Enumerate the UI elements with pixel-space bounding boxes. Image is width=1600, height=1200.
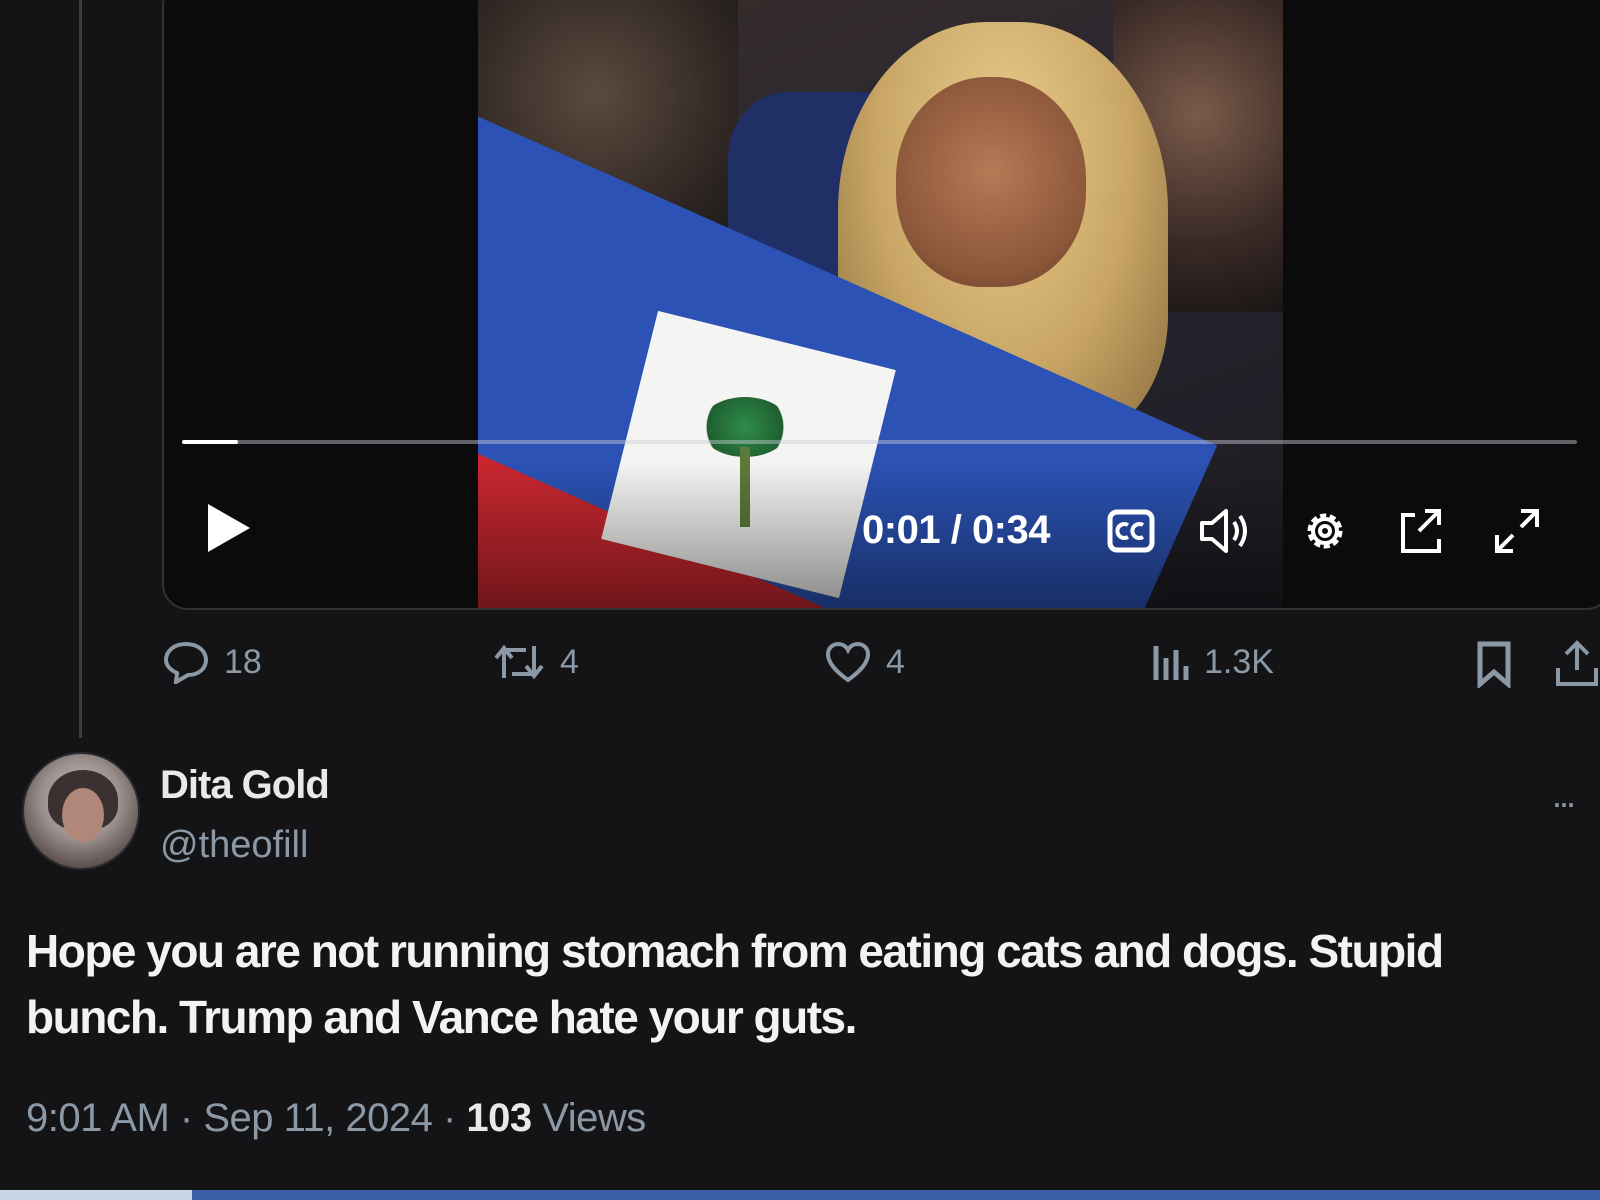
- video-duration: 0:34: [971, 508, 1051, 552]
- post-metadata: 9:01 AM · Sep 11, 2024 · 103 Views: [26, 1096, 646, 1141]
- views-label: Views: [542, 1096, 646, 1140]
- volume-button[interactable]: [1198, 504, 1252, 558]
- reply-count: 18: [224, 642, 262, 681]
- settings-button[interactable]: [1298, 504, 1352, 558]
- more-options-button[interactable]: ...: [1552, 777, 1600, 813]
- bookmark-action[interactable]: [1474, 640, 1514, 688]
- like-count: 4: [886, 642, 905, 681]
- views-action[interactable]: 1.3K: [1150, 640, 1274, 684]
- post-time[interactable]: 9:01 AM: [26, 1096, 170, 1140]
- display-name[interactable]: Dita Gold: [160, 763, 330, 808]
- repost-count: 4: [560, 642, 579, 681]
- reply-icon: [163, 641, 209, 684]
- views-chart-icon: [1153, 646, 1189, 680]
- bookmark-icon: [1477, 641, 1511, 688]
- captions-button[interactable]: [1104, 504, 1158, 558]
- picture-in-picture-button[interactable]: [1396, 504, 1450, 558]
- repost-action[interactable]: 4: [492, 640, 579, 684]
- meta-separator: ·: [179, 1096, 204, 1140]
- repost-icon: [494, 644, 544, 680]
- share-icon: [1556, 640, 1598, 686]
- fullscreen-button[interactable]: [1490, 504, 1544, 558]
- bottom-scroll-bar: [0, 1190, 1600, 1200]
- video-time-separator: /: [950, 508, 962, 552]
- view-count: 103: [466, 1096, 532, 1140]
- more-icon: ...: [1552, 774, 1576, 815]
- video-progress-fill: [182, 440, 238, 444]
- pip-icon: [1401, 509, 1441, 553]
- user-handle[interactable]: @theofill: [160, 824, 308, 867]
- video-time-display: 0:01 / 0:34: [862, 508, 1051, 553]
- play-button[interactable]: [200, 500, 256, 556]
- video-progress-bar[interactable]: [182, 440, 1577, 444]
- closed-captions-icon: [1107, 509, 1155, 553]
- share-action[interactable]: [1554, 640, 1600, 688]
- video-person-face: [896, 77, 1086, 287]
- video-current-time: 0:01: [862, 508, 941, 552]
- avatar-face: [62, 788, 104, 842]
- reply-action[interactable]: 18: [162, 640, 262, 684]
- video-player[interactable]: 0:01 / 0:34: [162, 0, 1600, 610]
- settings-gear-icon: [1307, 513, 1343, 549]
- like-action[interactable]: 4: [824, 640, 905, 684]
- like-heart-icon: [825, 641, 871, 683]
- play-icon: [208, 504, 250, 552]
- views-count: 1.3K: [1204, 642, 1274, 681]
- meta-separator: ·: [442, 1096, 467, 1140]
- fullscreen-icon: [1495, 509, 1539, 553]
- avatar[interactable]: [22, 752, 140, 870]
- post-text: Hope you are not running stomach from ea…: [26, 925, 1444, 1043]
- volume-icon: [1200, 509, 1247, 553]
- thread-connector-line: [79, 0, 82, 738]
- post-date[interactable]: Sep 11, 2024: [203, 1096, 433, 1140]
